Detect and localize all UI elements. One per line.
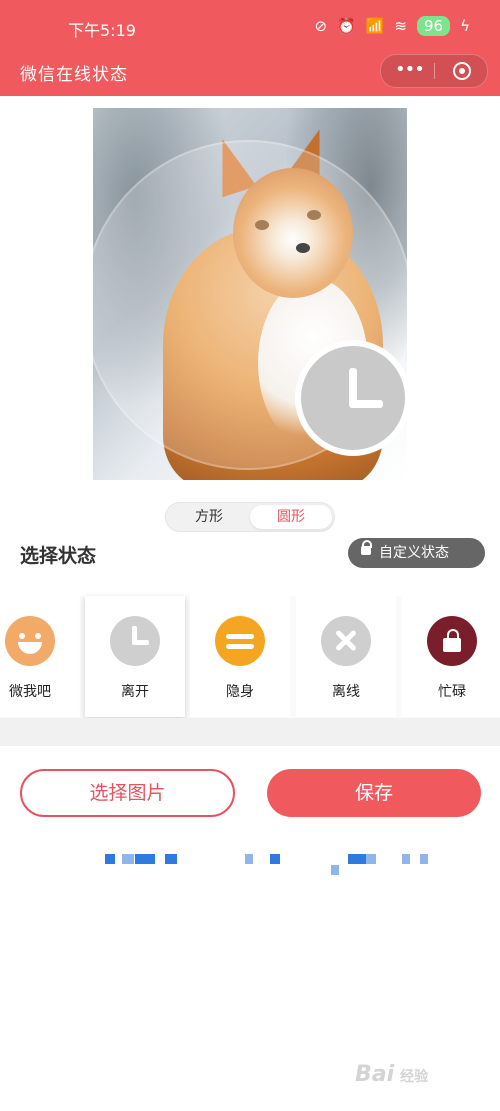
wifi-icon: ≋ [394, 17, 407, 35]
pixelated-text-fragment [135, 854, 155, 864]
pixelated-text-fragment [165, 854, 177, 864]
pixelated-text-fragment [270, 854, 280, 864]
pixelated-text-fragment [402, 854, 410, 864]
clock-icon [110, 616, 160, 666]
battery-icon: 96 [417, 16, 451, 36]
shape-round-option[interactable]: 圆形 [250, 505, 332, 529]
mute-icon: ⊘ [314, 17, 328, 35]
pixelated-text-fragment [348, 854, 366, 864]
status-option-invisible[interactable]: 隐身 [190, 596, 290, 717]
shape-toggle[interactable]: 方形 圆形 [165, 502, 335, 532]
pixelated-text-fragment [105, 854, 115, 864]
signal-icon: 📶 [365, 17, 385, 35]
status-option-offline[interactable]: 离线 [296, 596, 396, 717]
watermark-sub: 经验 [400, 1069, 429, 1085]
page-title: 微信在线状态 [20, 65, 128, 85]
pixelated-text-fragment [331, 865, 339, 875]
lock-icon [427, 616, 477, 666]
avatar-preview-image [93, 108, 407, 480]
status-option-beckon[interactable]: 微我吧 [0, 596, 80, 717]
alarm-icon: ⏰ [337, 17, 356, 35]
status-option-away[interactable]: 离开 [85, 596, 185, 717]
charging-icon: ϟ [460, 17, 470, 35]
more-icon[interactable]: ••• [395, 61, 425, 79]
custom-status-label: 自定义状态 [379, 545, 449, 561]
status-option-busy[interactable]: 忙碌 [402, 596, 500, 717]
status-label: 微我吧 [9, 684, 51, 700]
select-status-heading: 选择状态 [20, 545, 97, 567]
status-label: 离开 [121, 684, 149, 700]
section-divider [0, 718, 500, 746]
status-icons: ⊘ ⏰ 📶 ≋ 96 ϟ [314, 16, 470, 36]
status-clock-badge-icon [295, 340, 407, 456]
smile-icon [5, 616, 55, 666]
equal-icon [215, 616, 265, 666]
shape-square-option[interactable]: 方形 [168, 505, 250, 529]
watermark: Bai 经验 [355, 1062, 428, 1087]
lock-icon [361, 540, 372, 555]
pixelated-text-fragment [420, 854, 428, 864]
pixelated-text-fragment [245, 854, 253, 864]
save-button[interactable]: 保存 [267, 769, 481, 817]
status-label: 离线 [332, 684, 360, 700]
custom-status-button[interactable]: 自定义状态 [348, 538, 485, 568]
pixelated-text-fragment [366, 854, 376, 864]
status-time: 下午5:19 [68, 21, 136, 40]
close-icon [321, 616, 371, 666]
watermark-brand: Bai [355, 1062, 395, 1087]
status-label: 忙碌 [438, 684, 466, 700]
system-status-bar: 下午5:19 ⊘ ⏰ 📶 ≋ 96 ϟ [0, 0, 500, 50]
pixelated-text-fragment [122, 854, 134, 864]
close-target-icon[interactable] [453, 62, 471, 80]
capsule-divider [434, 63, 435, 79]
choose-image-button[interactable]: 选择图片 [20, 769, 235, 817]
app-title-bar: 微信在线状态 ••• [0, 50, 500, 96]
status-label: 隐身 [226, 684, 254, 700]
mini-program-capsule[interactable]: ••• [380, 54, 488, 88]
